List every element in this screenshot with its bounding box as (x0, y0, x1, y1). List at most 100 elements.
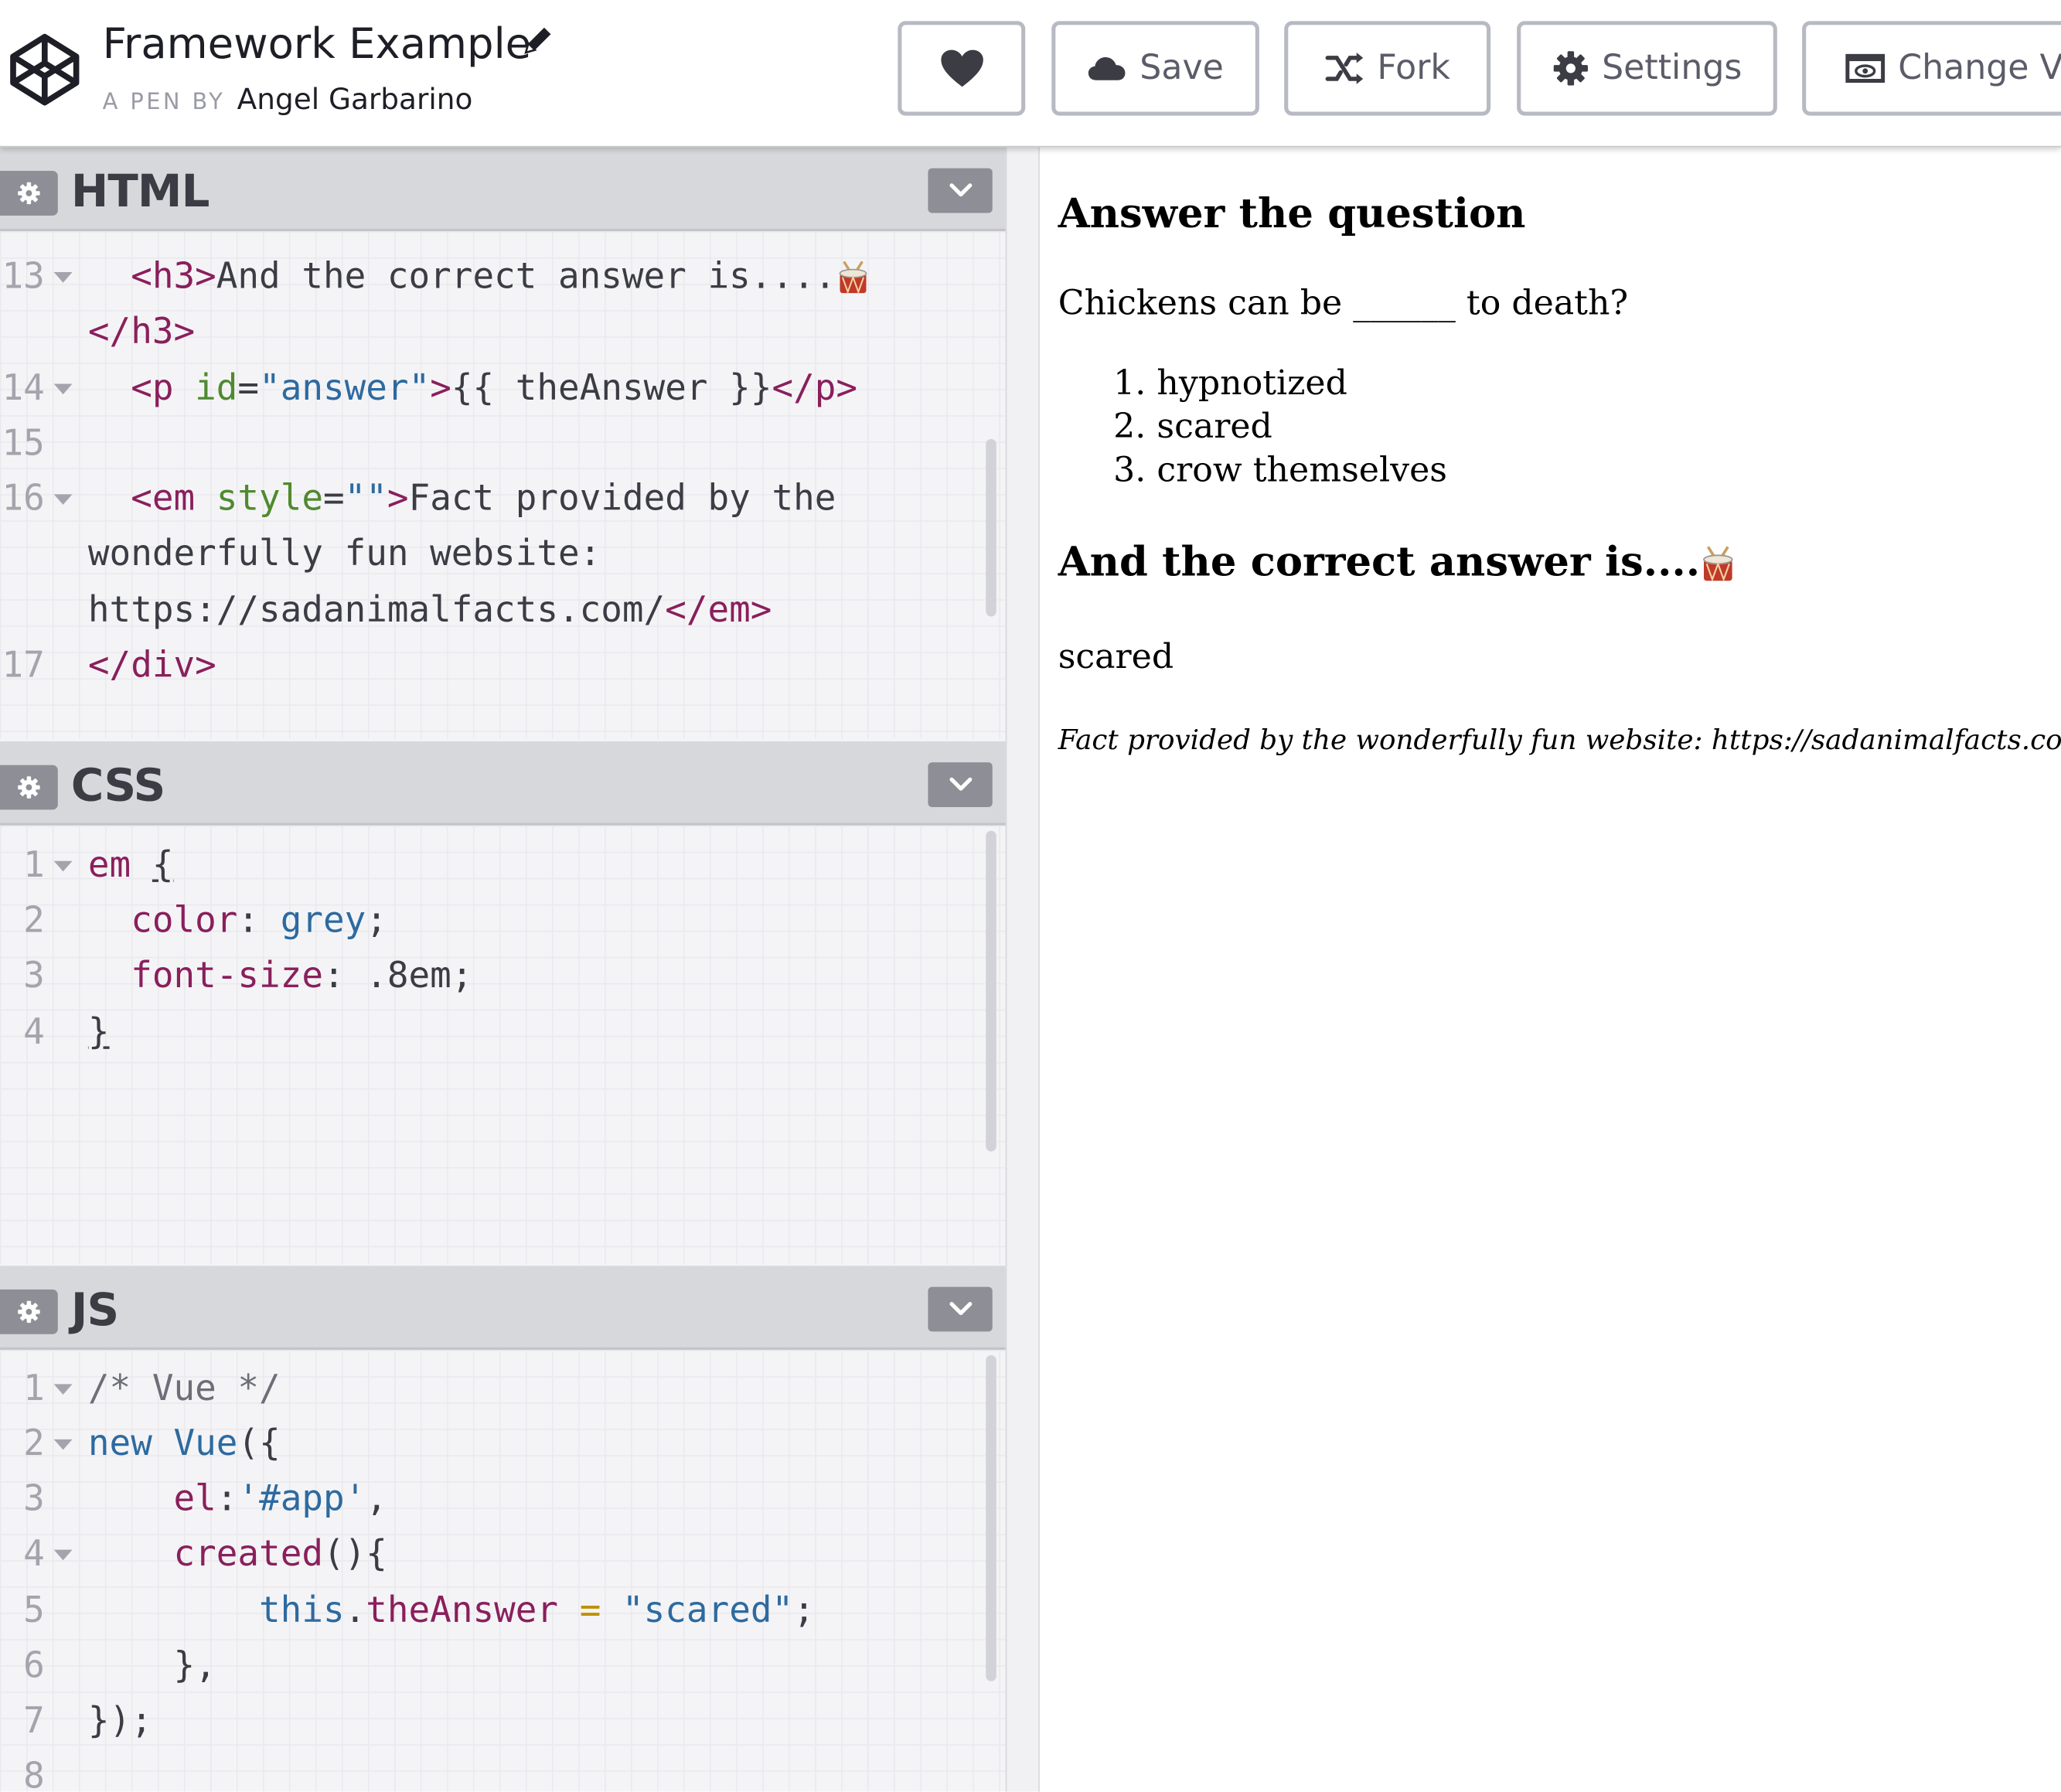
css-settings-button[interactable] (0, 765, 58, 810)
code-line: new Vue({ (87, 1423, 281, 1465)
code-line-wrap: wonderfully fun website: (87, 533, 601, 575)
js-scrollbar[interactable] (986, 1355, 996, 1681)
gear-icon (18, 1300, 40, 1324)
line-number: 14 (2, 368, 45, 409)
result-preview: Answer the question Chickens can be ____… (1039, 147, 2061, 1792)
line-number: 2 (23, 1423, 45, 1465)
code-line: this.theAnswer = "scared"; (259, 1590, 815, 1632)
chevron-down-icon (949, 183, 972, 197)
editors-column: HTML 13 <h3>And the correct answer is...… (0, 147, 1006, 1792)
html-panel-header: HTML (0, 147, 1006, 232)
line-number: 1 (23, 1368, 45, 1409)
css-code-editor[interactable]: 1 em { 2 color: grey; 3 font-size: .8em;… (0, 825, 1006, 1265)
js-collapse-button[interactable] (928, 1286, 993, 1332)
codepen-window: Framework Example A PEN BY Angel Garbari… (0, 0, 2061, 1792)
preview-answer: scared (1058, 637, 1174, 677)
list-item: 3. crow themselves (1113, 451, 1447, 491)
code-line: </div> (87, 645, 216, 686)
code-line: <p id="answer">{{ theAnswer }}</p> (131, 368, 858, 409)
pencil-edit-icon[interactable] (520, 24, 554, 58)
code-line: }, (173, 1645, 216, 1687)
js-settings-button[interactable] (0, 1289, 58, 1334)
save-button[interactable]: Save (1051, 21, 1259, 116)
change-view-label: Change View (1898, 48, 2061, 88)
line-number: 8 (23, 1756, 45, 1792)
author-link[interactable]: Angel Garbarino (237, 84, 473, 118)
html-panel-title: HTML (70, 165, 210, 219)
preview-question: Chickens can be ______ to death? (1058, 284, 1629, 324)
code-line: <h3>And the correct answer is.... (88, 250, 870, 305)
gear-icon (18, 182, 40, 205)
code-line: em { (87, 845, 174, 887)
line-number: 3 (23, 956, 45, 997)
html-scrollbar[interactable] (986, 438, 996, 617)
chevron-down-icon (949, 777, 972, 791)
byline-prefix: A PEN BY (102, 89, 226, 116)
code-line: } (87, 1012, 110, 1053)
fork-button[interactable]: Fork (1284, 21, 1491, 116)
fold-arrow-icon[interactable] (53, 494, 73, 505)
settings-button[interactable]: Settings (1517, 21, 1777, 116)
code-line: color: grey; (131, 900, 387, 942)
html-settings-button[interactable] (0, 171, 58, 216)
heart-icon (940, 49, 983, 87)
css-scrollbar[interactable] (986, 830, 996, 1152)
resize-handle[interactable] (1005, 147, 1040, 1792)
codepen-logo-icon[interactable] (8, 32, 81, 108)
love-button[interactable] (898, 21, 1026, 116)
header-bar: Framework Example A PEN BY Angel Garbari… (0, 0, 2061, 148)
chevron-down-icon (949, 1302, 972, 1316)
html-code-editor[interactable]: 13 <h3>And the correct answer is.... </h… (0, 231, 1006, 739)
code-line: created(){ (173, 1534, 387, 1575)
html-collapse-button[interactable] (928, 168, 993, 213)
cloud-icon (1088, 56, 1126, 80)
fold-arrow-icon[interactable] (53, 860, 73, 872)
fold-arrow-icon[interactable] (53, 1549, 73, 1561)
js-code-editor[interactable]: 1 /* Vue */ 2 new Vue({ 3 el:'#app', 4 c… (0, 1350, 1006, 1792)
code-line: /* Vue */ (87, 1368, 281, 1409)
css-panel-header: CSS (0, 741, 1006, 826)
line-number: 4 (23, 1012, 45, 1053)
settings-label: Settings (1602, 48, 1742, 88)
line-number: 7 (23, 1701, 45, 1742)
line-number: 3 (23, 1478, 45, 1520)
js-panel-header: JS (0, 1266, 1006, 1351)
drum-emoji-icon (1703, 545, 1734, 581)
line-number: 13 (2, 256, 45, 298)
css-collapse-button[interactable] (928, 762, 993, 807)
list-item: 1. hypnotized (1113, 363, 1347, 404)
line-number: 17 (2, 645, 45, 686)
line-number: 4 (23, 1534, 45, 1575)
change-view-button[interactable]: Change View (1802, 21, 2061, 116)
line-number: 6 (23, 1645, 45, 1687)
preview-answer-heading: And the correct answer is.... (1058, 539, 1737, 586)
gear-icon (1553, 51, 1588, 86)
byline: A PEN BY Angel Garbarino (103, 84, 473, 118)
css-panel-title: CSS (70, 759, 165, 813)
code-line: font-size: .8em; (131, 956, 473, 997)
pen-title[interactable]: Framework Example (103, 19, 532, 69)
gear-icon (18, 776, 40, 799)
view-layout-icon (1845, 53, 1886, 83)
code-line: <em style="">Fact provided by the (131, 478, 836, 520)
preview-options-list: 1. hypnotized 2. scared 3. crow themselv… (1113, 363, 1447, 492)
preview-fact: Fact provided by the wonderfully fun web… (1058, 724, 2061, 756)
line-number: 15 (2, 423, 45, 465)
fold-arrow-icon[interactable] (53, 1384, 73, 1395)
line-number: 1 (23, 845, 45, 887)
fork-icon (1324, 53, 1363, 84)
line-number: 16 (2, 478, 45, 520)
fold-arrow-icon[interactable] (53, 1439, 73, 1450)
fork-label: Fork (1377, 48, 1451, 88)
line-number: 2 (23, 900, 45, 942)
fold-arrow-icon[interactable] (53, 383, 73, 395)
save-label: Save (1140, 48, 1224, 88)
fold-arrow-icon[interactable] (53, 271, 73, 283)
preview-heading: Answer the question (1058, 190, 1526, 238)
js-panel-title: JS (70, 1284, 119, 1337)
line-number: 5 (23, 1590, 45, 1632)
code-line: el:'#app', (173, 1478, 387, 1520)
code-line-wrap: https://sadanimalfacts.com/</em> (87, 590, 772, 632)
code-line: }); (87, 1701, 152, 1742)
code-line-wrap: </h3> (87, 311, 196, 353)
